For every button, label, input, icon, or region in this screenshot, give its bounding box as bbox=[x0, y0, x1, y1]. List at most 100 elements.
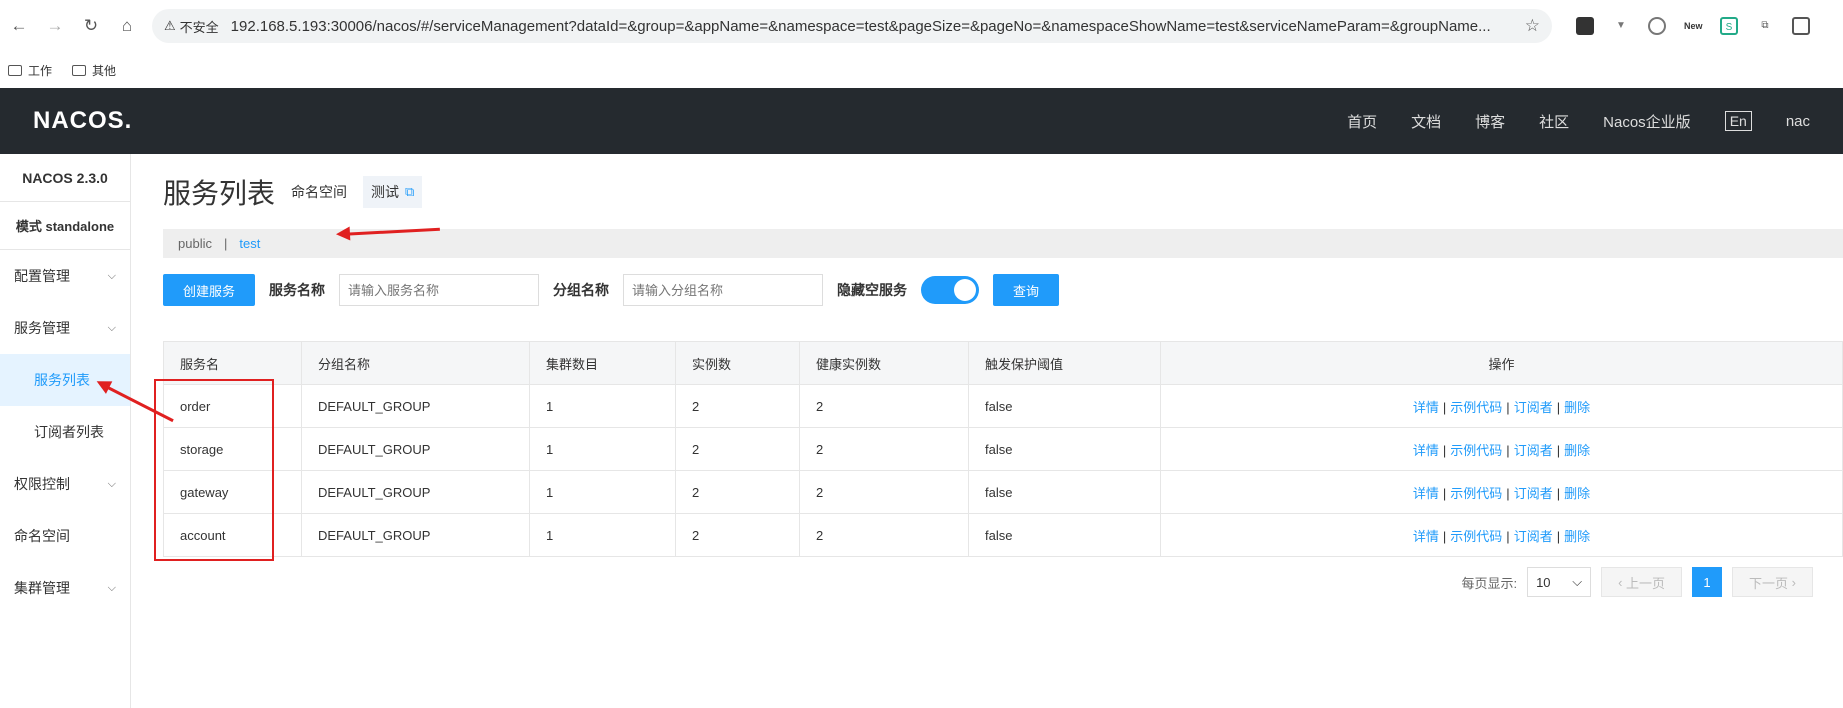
op-separator: | bbox=[1506, 442, 1510, 458]
nav-community[interactable]: 社区 bbox=[1539, 111, 1569, 132]
table-row: order DEFAULT_GROUP 1 2 2 false 详情 | 示例代码 | 订阅者 | 删除 bbox=[163, 384, 1843, 428]
service-table: 服务名 分组名称 集群数目 实例数 健康实例数 触发保护阈值 操作 order D… bbox=[163, 341, 1843, 557]
cell-instance-count: 2 bbox=[675, 513, 800, 557]
extension-icon-2[interactable]: ▼ bbox=[1612, 17, 1630, 35]
sidebar-item-namespace[interactable]: 命名空间 bbox=[0, 510, 130, 562]
detail-link[interactable]: 详情 bbox=[1413, 486, 1439, 501]
op-separator: | bbox=[1506, 485, 1510, 501]
namespace-separator: | bbox=[223, 236, 228, 251]
detail-link[interactable]: 详情 bbox=[1413, 529, 1439, 544]
page-size-select[interactable]: 10 ⌵ bbox=[1527, 567, 1592, 597]
extension-icon-3[interactable] bbox=[1648, 17, 1666, 35]
op-separator: | bbox=[1506, 528, 1510, 544]
browser-toolbar: ← → ↻ ⌂ ⚠ 不安全 192.168.5.193:30006/nacos/#… bbox=[0, 0, 1843, 52]
cell-group-name: DEFAULT_GROUP bbox=[301, 513, 530, 557]
op-separator: | bbox=[1506, 399, 1510, 415]
user-menu[interactable]: nac bbox=[1786, 113, 1810, 130]
new-extension-icon[interactable]: New bbox=[1684, 17, 1703, 35]
copy-icon[interactable]: ⧉ bbox=[405, 184, 414, 200]
back-icon[interactable]: ← bbox=[8, 15, 30, 37]
folder-icon bbox=[72, 64, 87, 76]
subscriber-link[interactable]: 订阅者 bbox=[1514, 529, 1553, 544]
security-warning[interactable]: ⚠ 不安全 bbox=[164, 17, 219, 36]
page-layout: NACOS 2.3.0 模式 standalone 配置管理 ⌵ 服务管理 ⌵ 服务… bbox=[0, 154, 1843, 708]
home-icon[interactable]: ⌂ bbox=[116, 15, 138, 37]
namespace-public[interactable]: public bbox=[178, 236, 212, 251]
cell-operations: 详情 | 示例代码 | 订阅者 | 删除 bbox=[1160, 427, 1843, 471]
cell-operations: 详情 | 示例代码 | 订阅者 | 删除 bbox=[1160, 513, 1843, 557]
chevron-down-icon: ⌵ bbox=[107, 269, 116, 282]
extension-icon-1[interactable] bbox=[1576, 17, 1594, 35]
url-text[interactable]: 192.168.5.193:30006/nacos/#/serviceManag… bbox=[231, 18, 1515, 35]
hide-empty-label: 隐藏空服务 bbox=[837, 282, 908, 298]
bookmark-folder-work[interactable]: 工作 bbox=[8, 62, 52, 79]
nav-enterprise[interactable]: Nacos企业版 bbox=[1603, 111, 1691, 132]
delete-link[interactable]: 删除 bbox=[1564, 529, 1590, 544]
puzzle-icon[interactable]: ⧉ bbox=[1756, 17, 1774, 35]
chevron-down-icon: ⌵ bbox=[107, 581, 116, 594]
op-separator: | bbox=[1556, 528, 1561, 544]
sample-code-link[interactable]: 示例代码 bbox=[1450, 486, 1502, 501]
prev-page-button[interactable]: ‹ 上一页 bbox=[1601, 567, 1683, 597]
sidebar-item-subscriber-list[interactable]: 订阅者列表 bbox=[0, 406, 130, 458]
sidebar-item-config[interactable]: 配置管理 ⌵ bbox=[0, 250, 130, 302]
table-row: gateway DEFAULT_GROUP 1 2 2 false 详情 | 示例代码 | 订阅者 |… bbox=[163, 470, 1843, 514]
page-number-1[interactable]: 1 bbox=[1692, 567, 1723, 597]
cell-healthy-count: 2 bbox=[799, 384, 969, 428]
op-separator: | bbox=[1556, 442, 1561, 458]
top-navigation: NACOS. 首页 文档 博客 社区 Nacos企业版 En nac bbox=[0, 88, 1843, 154]
toggle-knob bbox=[954, 279, 977, 301]
hide-empty-toggle[interactable] bbox=[921, 276, 980, 304]
bookmark-star-icon[interactable]: ☆ bbox=[1525, 16, 1540, 36]
reload-icon[interactable]: ↻ bbox=[80, 15, 102, 37]
sidebar-item-auth[interactable]: 权限控制 ⌵ bbox=[0, 458, 130, 510]
subscriber-link[interactable]: 订阅者 bbox=[1514, 443, 1553, 458]
bookmark-folder-other[interactable]: 其他 bbox=[72, 62, 116, 79]
delete-link[interactable]: 删除 bbox=[1564, 443, 1590, 458]
op-separator: | bbox=[1442, 485, 1447, 501]
service-name-input[interactable] bbox=[339, 274, 540, 306]
cell-healthy-count: 2 bbox=[799, 470, 969, 514]
language-switch[interactable]: En bbox=[1724, 111, 1752, 131]
subscriber-link[interactable]: 订阅者 bbox=[1514, 400, 1553, 415]
filter-bar: 创建服务 服务名称 分组名称 隐藏空服务 查询 bbox=[163, 258, 1843, 322]
group-name-input[interactable] bbox=[623, 274, 824, 306]
sample-code-link[interactable]: 示例代码 bbox=[1450, 400, 1502, 415]
top-menu: 首页 文档 博客 社区 Nacos企业版 En nac bbox=[1347, 111, 1810, 132]
delete-link[interactable]: 删除 bbox=[1564, 486, 1590, 501]
extensions-area: ▼ New S ⧉ bbox=[1576, 17, 1810, 35]
namespace-value[interactable]: 测试 ⧉ bbox=[363, 175, 423, 208]
namespace-label: 命名空间 bbox=[291, 183, 348, 200]
sidebar-item-service[interactable]: 服务管理 ⌵ bbox=[0, 302, 130, 354]
detail-link[interactable]: 详情 bbox=[1413, 400, 1439, 415]
extension-icon-5[interactable]: S bbox=[1720, 17, 1738, 35]
query-button[interactable]: 查询 bbox=[993, 274, 1060, 306]
cell-instance-count: 2 bbox=[675, 470, 800, 514]
nacos-logo[interactable]: NACOS. bbox=[33, 107, 132, 135]
forward-icon[interactable]: → bbox=[44, 15, 66, 37]
address-bar[interactable]: ⚠ 不安全 192.168.5.193:30006/nacos/#/service… bbox=[152, 9, 1552, 43]
page-title: 服务列表 bbox=[163, 177, 276, 209]
sidebar-item-cluster[interactable]: 集群管理 ⌵ bbox=[0, 562, 130, 614]
nav-blog[interactable]: 博客 bbox=[1475, 111, 1505, 132]
subscriber-link[interactable]: 订阅者 bbox=[1514, 486, 1553, 501]
cell-healthy-count: 2 bbox=[799, 427, 969, 471]
op-separator: | bbox=[1556, 399, 1561, 415]
delete-link[interactable]: 删除 bbox=[1564, 400, 1590, 415]
sample-code-link[interactable]: 示例代码 bbox=[1450, 529, 1502, 544]
chevron-down-icon: ⌵ bbox=[107, 321, 116, 334]
namespace-test[interactable]: test bbox=[239, 236, 260, 251]
sample-code-link[interactable]: 示例代码 bbox=[1450, 443, 1502, 458]
op-separator: | bbox=[1442, 442, 1447, 458]
nav-docs[interactable]: 文档 bbox=[1411, 111, 1441, 132]
nav-home[interactable]: 首页 bbox=[1347, 111, 1377, 132]
pagination: 每页显示: 10 ⌵ ‹ 上一页 1 下一页 › bbox=[163, 567, 1813, 597]
next-page-button[interactable]: 下一页 › bbox=[1732, 567, 1813, 597]
cell-cluster-count: 1 bbox=[529, 427, 676, 471]
chevron-right-icon: › bbox=[1788, 574, 1796, 590]
detail-link[interactable]: 详情 bbox=[1413, 443, 1439, 458]
sidebar-toggle-icon[interactable] bbox=[1792, 17, 1810, 35]
create-service-button[interactable]: 创建服务 bbox=[163, 274, 256, 306]
cell-operations: 详情 | 示例代码 | 订阅者 | 删除 bbox=[1160, 384, 1843, 428]
per-page-label: 每页显示: bbox=[1461, 575, 1518, 591]
